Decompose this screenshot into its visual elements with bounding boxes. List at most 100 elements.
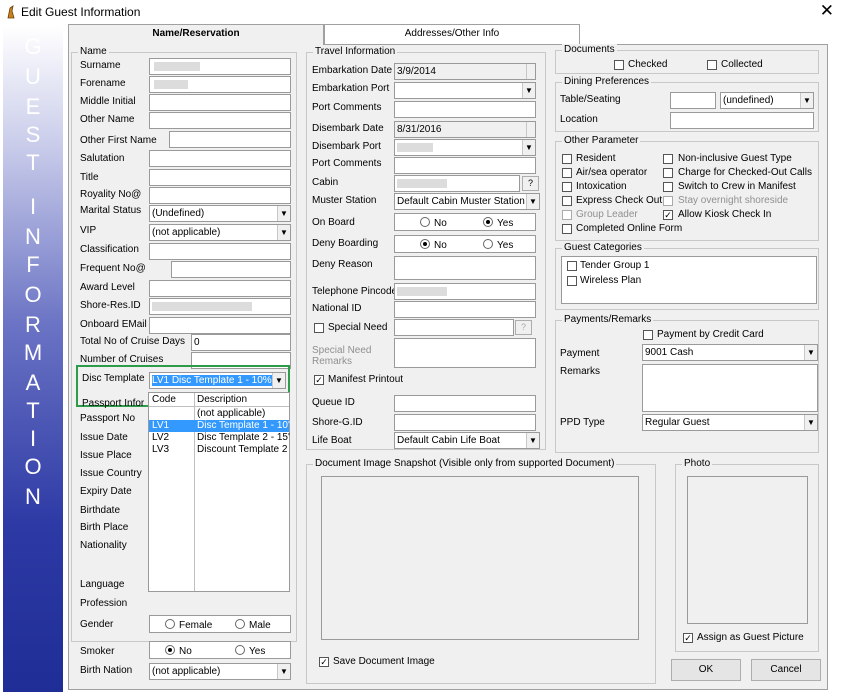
cancel-button[interactable]: Cancel: [751, 659, 821, 681]
chevron-down-icon[interactable]: ▼: [277, 225, 290, 240]
chevron-down-icon[interactable]: ▼: [277, 206, 290, 221]
shore-res-id-input[interactable]: [149, 298, 291, 315]
birth-nation-select[interactable]: (not applicable) ▼: [149, 663, 291, 680]
documents-collected-checkbox[interactable]: [707, 60, 717, 70]
gender-female-radio[interactable]: [165, 619, 175, 629]
tab-name-reservation[interactable]: Name/Reservation: [68, 24, 324, 45]
deny-boarding-yes-radio[interactable]: [483, 239, 493, 249]
on-board-no-radio[interactable]: [420, 217, 430, 227]
muster-station-select[interactable]: Default Cabin Muster Station ▼: [394, 193, 540, 210]
national-id-input[interactable]: [394, 301, 536, 318]
remarks-input[interactable]: [642, 364, 818, 412]
date-spinner[interactable]: [526, 64, 535, 79]
forename-input[interactable]: [149, 76, 291, 93]
embarkation-port-select[interactable]: ▼: [394, 82, 536, 99]
col-description-header[interactable]: Description: [197, 394, 247, 405]
banner-letter: A: [25, 370, 41, 395]
on-board-yes-radio[interactable]: [483, 217, 493, 227]
payment-by-credit-card-checkbox[interactable]: [643, 330, 653, 340]
list-item[interactable]: LV2 Disc Template 2 - 15': [149, 432, 290, 444]
disc-template-select[interactable]: LV1 Disc Template 1 - 10% ▼: [149, 372, 286, 389]
list-item[interactable]: LV3 Discount Template 2: [149, 444, 289, 456]
special-need-checkbox[interactable]: [314, 323, 324, 333]
deny-reason-input[interactable]: [394, 256, 536, 280]
special-need-lookup-button[interactable]: ?: [515, 320, 532, 335]
award-level-input[interactable]: [149, 280, 291, 297]
surname-input[interactable]: [149, 58, 291, 75]
close-icon[interactable]: ✕: [820, 1, 834, 21]
completed-online-form-checkbox[interactable]: [562, 224, 572, 234]
special-need-remarks-input[interactable]: [394, 338, 536, 368]
save-document-image-checkbox[interactable]: ✓: [319, 657, 329, 667]
port-comments-input[interactable]: [394, 101, 536, 118]
manifest-printout-checkbox[interactable]: ✓: [314, 375, 324, 385]
payment-select[interactable]: 9001 Cash ▼: [642, 344, 818, 361]
ppd-type-select[interactable]: Regular Guest ▼: [642, 414, 818, 431]
cabin-input[interactable]: [394, 175, 520, 192]
disembark-port-select[interactable]: ▼: [394, 139, 536, 156]
title-input[interactable]: [149, 169, 291, 186]
chevron-down-icon[interactable]: ▼: [272, 373, 285, 388]
resident-checkbox[interactable]: [562, 154, 572, 164]
life-boat-select[interactable]: Default Cabin Life Boat ▼: [394, 432, 540, 449]
express-check-out-checkbox[interactable]: [562, 196, 572, 206]
frequent-no-input[interactable]: [171, 261, 291, 278]
classification-input[interactable]: [149, 243, 291, 260]
chevron-down-icon[interactable]: ▼: [277, 664, 290, 679]
air-sea-operator-checkbox[interactable]: [562, 168, 572, 178]
other-first-name-input[interactable]: [169, 131, 291, 148]
deny-boarding-no-radio[interactable]: [420, 239, 430, 249]
special-need-input[interactable]: [394, 319, 514, 336]
list-item[interactable]: (not applicable): [149, 408, 289, 420]
vip-select[interactable]: (not applicable) ▼: [149, 224, 291, 241]
table-seating-input[interactable]: [670, 92, 716, 109]
other-name-input[interactable]: [149, 112, 291, 129]
smoker-yes-radio[interactable]: [235, 645, 245, 655]
table-seating-select[interactable]: (undefined) ▼: [720, 92, 814, 109]
salutation-label: Salutation: [80, 153, 125, 164]
total-cruise-days-input[interactable]: 0: [191, 334, 291, 351]
location-input[interactable]: [670, 112, 814, 129]
marital-status-select[interactable]: (Undefined) ▼: [149, 205, 291, 222]
middle-initial-input[interactable]: [149, 94, 291, 111]
stay-overnight-checkbox[interactable]: [663, 196, 673, 206]
cabin-lookup-button[interactable]: ?: [522, 176, 539, 191]
chevron-down-icon[interactable]: ▼: [522, 140, 535, 155]
chevron-down-icon[interactable]: ▼: [804, 415, 817, 430]
queue-id-input[interactable]: [394, 395, 536, 412]
date-spinner[interactable]: [526, 122, 535, 137]
port-comments-2-input[interactable]: [394, 157, 536, 174]
assign-guest-picture-checkbox[interactable]: ✓: [683, 633, 693, 643]
chevron-down-icon[interactable]: ▼: [800, 93, 813, 108]
onboard-email-input[interactable]: [149, 317, 291, 334]
royality-input[interactable]: [149, 187, 291, 204]
allow-kiosk-check-in-checkbox[interactable]: ✓: [663, 210, 673, 220]
guest-photo-area: [687, 476, 808, 624]
group-leader-checkbox[interactable]: [562, 210, 572, 220]
shore-g-id-input[interactable]: [394, 414, 536, 431]
list-item-selected[interactable]: LV1 Disc Template 1 - 10': [149, 420, 290, 432]
col-code-header[interactable]: Code: [152, 394, 176, 405]
banner-letter: G: [24, 34, 42, 59]
charge-checked-out-calls-checkbox[interactable]: [663, 168, 673, 178]
documents-checked-label: Checked: [628, 59, 668, 70]
documents-checked-checkbox[interactable]: [614, 60, 624, 70]
switch-to-crew-checkbox[interactable]: [663, 182, 673, 192]
embarkation-date-input[interactable]: 3/9/2014: [394, 63, 536, 80]
tender-group-1-checkbox[interactable]: [567, 261, 577, 271]
intoxication-checkbox[interactable]: [562, 182, 572, 192]
chevron-down-icon[interactable]: ▼: [522, 83, 535, 98]
disembark-date-input[interactable]: 8/31/2016: [394, 121, 536, 138]
wireless-plan-checkbox[interactable]: [567, 276, 577, 286]
telephone-pincode-input[interactable]: [394, 283, 536, 300]
ok-button[interactable]: OK: [671, 659, 741, 681]
chevron-down-icon[interactable]: ▼: [526, 194, 539, 209]
gender-male-radio[interactable]: [235, 619, 245, 629]
salutation-input[interactable]: [149, 150, 291, 167]
non-inclusive-guest-type-checkbox[interactable]: [663, 154, 673, 164]
chevron-down-icon[interactable]: ▼: [526, 433, 539, 448]
embarkation-date-label: Embarkation Date: [312, 65, 393, 76]
tab-addresses-other-info[interactable]: Addresses/Other Info: [324, 24, 580, 44]
chevron-down-icon[interactable]: ▼: [804, 345, 817, 360]
smoker-no-radio[interactable]: [165, 645, 175, 655]
